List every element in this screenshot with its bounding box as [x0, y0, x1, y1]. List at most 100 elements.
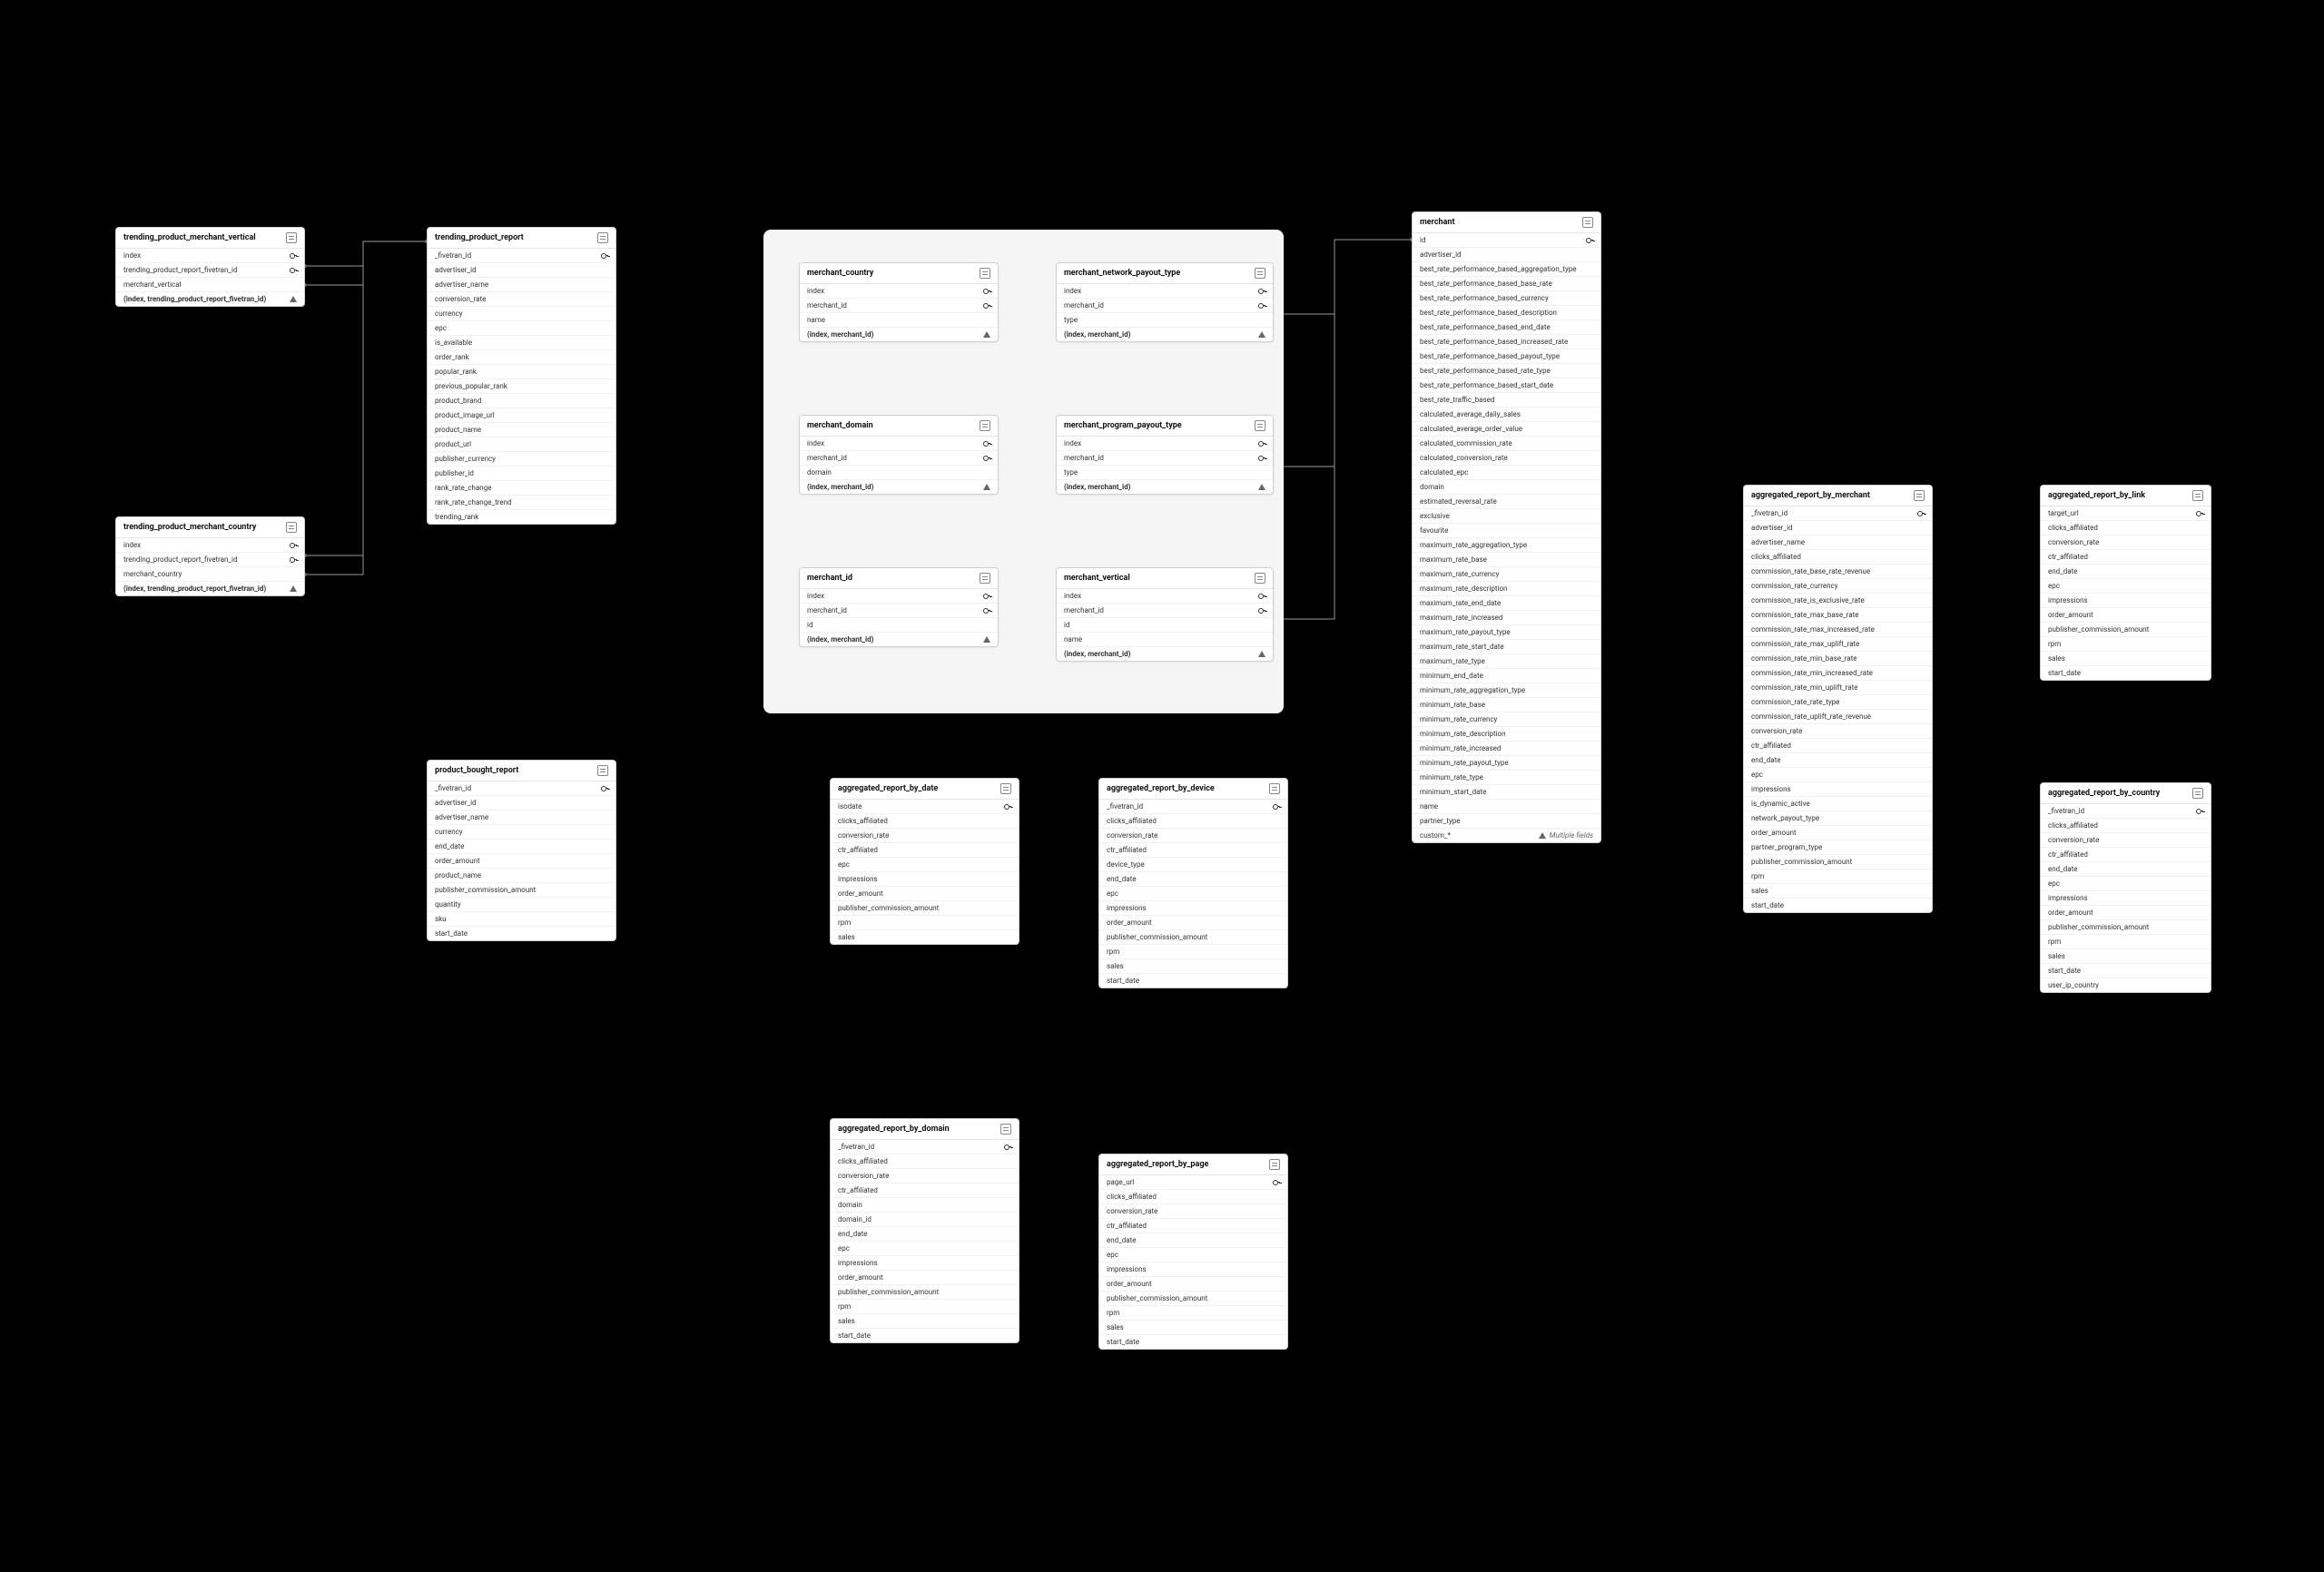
column-row[interactable]: publisher_currency	[428, 452, 615, 467]
column-row[interactable]: ctr_affiliated	[831, 1184, 1019, 1198]
column-row[interactable]: quantity	[428, 898, 615, 912]
column-row[interactable]: conversion_rate	[2041, 535, 2211, 550]
column-row[interactable]: minimum_rate_payout_type	[1413, 756, 1600, 771]
column-row[interactable]: sales	[2041, 949, 2211, 964]
column-row[interactable]: conversion_rate	[1744, 724, 1932, 739]
column-row[interactable]: merchant_id	[800, 604, 998, 618]
column-row[interactable]: best_rate_performance_based_currency	[1413, 291, 1600, 306]
column-row[interactable]: calculated_average_daily_sales	[1413, 408, 1600, 422]
column-row[interactable]: best_rate_performance_based_start_date	[1413, 378, 1600, 393]
column-row[interactable]: conversion_rate	[1099, 829, 1287, 843]
column-row[interactable]: clicks_affiliated	[831, 1154, 1019, 1169]
column-row[interactable]: start_date	[2041, 666, 2211, 680]
column-row[interactable]: order_amount	[1099, 1277, 1287, 1292]
column-row[interactable]: product_brand	[428, 394, 615, 408]
column-row[interactable]: order_amount	[831, 1271, 1019, 1285]
column-row[interactable]: isodate	[831, 800, 1019, 814]
column-row[interactable]: id	[1057, 618, 1273, 633]
column-row[interactable]: impressions	[1099, 901, 1287, 916]
column-row[interactable]: publisher_commission_amount	[2041, 623, 2211, 637]
table-aggregated_report_by_date[interactable]: aggregated_report_by_dateisodateclicks_a…	[830, 778, 1019, 945]
column-row[interactable]: best_rate_performance_based_base_rate	[1413, 277, 1600, 291]
column-row[interactable]: is_available	[428, 336, 615, 350]
column-row[interactable]: index	[116, 538, 304, 553]
column-row[interactable]: epc	[2041, 579, 2211, 594]
column-row[interactable]: advertiser_id	[428, 263, 615, 278]
column-row[interactable]: epc	[1744, 768, 1932, 782]
column-row[interactable]: rpm	[831, 916, 1019, 930]
column-row[interactable]: epc	[428, 321, 615, 336]
column-row[interactable]: publisher_commission_amount	[428, 883, 615, 898]
column-row[interactable]: impressions	[831, 1256, 1019, 1271]
table-trending_product_report[interactable]: trending_product_report_fivetran_idadver…	[427, 227, 616, 525]
column-row[interactable]: merchant_id	[1057, 604, 1273, 618]
column-row[interactable]: order_amount	[2041, 906, 2211, 920]
column-row[interactable]: name	[800, 313, 998, 328]
column-row[interactable]: merchant_id	[800, 451, 998, 466]
column-row[interactable]: maximum_rate_type	[1413, 654, 1600, 669]
column-row[interactable]: maximum_rate_start_date	[1413, 640, 1600, 654]
column-row[interactable]: order_amount	[428, 854, 615, 869]
column-row[interactable]: commission_rate_base_rate_revenue	[1744, 565, 1932, 579]
column-row[interactable]: id	[800, 618, 998, 633]
column-row[interactable]: custom_*Multiple fields	[1413, 829, 1600, 842]
column-row[interactable]: ctr_affiliated	[1099, 843, 1287, 858]
column-row[interactable]: start_date	[831, 1329, 1019, 1342]
column-row[interactable]: device_type	[1099, 858, 1287, 872]
column-row[interactable]: end_date	[2041, 565, 2211, 579]
column-row[interactable]: name	[1413, 800, 1600, 814]
column-row[interactable]: merchant_vertical	[116, 278, 304, 292]
column-row[interactable]: end_date	[831, 1227, 1019, 1242]
column-row[interactable]: sku	[428, 912, 615, 927]
column-row[interactable]: best_rate_performance_based_end_date	[1413, 320, 1600, 335]
column-row[interactable]: advertiser_name	[1744, 535, 1932, 550]
column-row[interactable]: commission_rate_min_base_rate	[1744, 652, 1932, 666]
column-row[interactable]: (index, merchant_id)	[800, 633, 998, 646]
table-merchant_domain[interactable]: merchant_domainindexmerchant_iddomain(in…	[799, 415, 999, 495]
column-row[interactable]: ctr_affiliated	[2041, 848, 2211, 862]
column-row[interactable]: _fivetran_id	[2041, 804, 2211, 819]
column-row[interactable]: publisher_commission_amount	[831, 901, 1019, 916]
column-row[interactable]: best_rate_performance_based_rate_type	[1413, 364, 1600, 378]
column-row[interactable]: maximum_rate_end_date	[1413, 596, 1600, 611]
column-row[interactable]: partner_program_type	[1744, 840, 1932, 855]
column-row[interactable]: minimum_rate_currency	[1413, 712, 1600, 727]
column-row[interactable]: (index, trending_product_report_fivetran…	[116, 582, 304, 595]
table-trending_product_merchant_vertical[interactable]: trending_product_merchant_verticalindext…	[115, 227, 305, 307]
column-row[interactable]: _fivetran_id	[428, 249, 615, 263]
table-merchant_vertical[interactable]: merchant_verticalindexmerchant_ididname(…	[1056, 567, 1274, 662]
column-row[interactable]: _fivetran_id	[831, 1140, 1019, 1154]
column-row[interactable]: start_date	[428, 927, 615, 940]
column-row[interactable]: previous_popular_rank	[428, 379, 615, 394]
column-row[interactable]: index	[800, 437, 998, 451]
table-aggregated_report_by_domain[interactable]: aggregated_report_by_domain_fivetran_idc…	[830, 1118, 1019, 1343]
column-row[interactable]: partner_type	[1413, 814, 1600, 829]
column-row[interactable]: product_name	[428, 869, 615, 883]
column-row[interactable]: id	[1413, 233, 1600, 248]
column-row[interactable]: clicks_affiliated	[831, 814, 1019, 829]
table-merchant_id[interactable]: merchant_idindexmerchant_idid(index, mer…	[799, 567, 999, 647]
column-row[interactable]: publisher_commission_amount	[2041, 920, 2211, 935]
column-row[interactable]: domain	[831, 1198, 1019, 1213]
column-row[interactable]: advertiser_name	[428, 278, 615, 292]
column-row[interactable]: domain	[800, 466, 998, 480]
column-row[interactable]: impressions	[2041, 594, 2211, 608]
column-row[interactable]: rpm	[2041, 935, 2211, 949]
column-row[interactable]: (index, merchant_id)	[1057, 647, 1273, 661]
column-row[interactable]: impressions	[2041, 891, 2211, 906]
column-row[interactable]: conversion_rate	[831, 829, 1019, 843]
column-row[interactable]: start_date	[1099, 974, 1287, 987]
column-row[interactable]: product_name	[428, 423, 615, 437]
column-row[interactable]: advertiser_name	[428, 811, 615, 825]
column-row[interactable]: rank_rate_change_trend	[428, 496, 615, 510]
column-row[interactable]: index	[116, 249, 304, 263]
column-row[interactable]: epc	[2041, 877, 2211, 891]
column-row[interactable]: conversion_rate	[1099, 1204, 1287, 1219]
column-row[interactable]: calculated_conversion_rate	[1413, 451, 1600, 466]
column-row[interactable]: clicks_affiliated	[1099, 814, 1287, 829]
column-row[interactable]: commission_rate_is_exclusive_rate	[1744, 594, 1932, 608]
column-row[interactable]: minimum_rate_base	[1413, 698, 1600, 712]
column-row[interactable]: sales	[2041, 652, 2211, 666]
column-row[interactable]: calculated_average_order_value	[1413, 422, 1600, 437]
column-row[interactable]: rank_rate_change	[428, 481, 615, 496]
